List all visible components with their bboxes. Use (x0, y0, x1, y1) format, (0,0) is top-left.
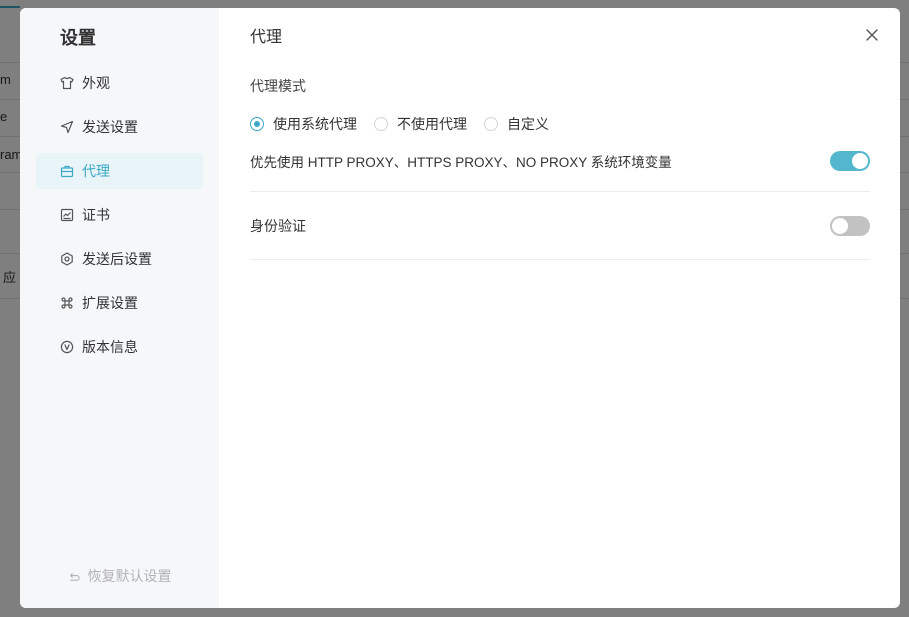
divider (250, 191, 870, 192)
divider (250, 259, 870, 260)
sidebar-title: 设置 (60, 28, 96, 48)
sidebar-item-label: 版本信息 (82, 339, 138, 355)
auth-toggle[interactable] (830, 216, 870, 236)
hexagon-settings-icon (60, 252, 74, 266)
sidebar-item-send-settings[interactable]: 发送设置 (36, 109, 203, 145)
close-button[interactable] (864, 27, 880, 43)
sidebar-item-version-info[interactable]: 版本信息 (36, 329, 203, 365)
sidebar-item-label: 证书 (82, 207, 110, 223)
close-icon (864, 27, 880, 43)
settings-content: 代理 代理模式 使用系统代理 不使用代理 自定义 优先使用 HTTP PROXY… (219, 8, 900, 608)
sidebar-item-appearance[interactable]: 外观 (36, 65, 203, 101)
sidebar-item-label: 代理 (82, 163, 110, 179)
settings-sidebar: 设置 外观 发送设置 代理 证书 发送后设置 扩展设置 版本信息 恢复默认设置 (20, 8, 219, 608)
briefcase-icon (60, 164, 74, 178)
sidebar-item-label: 发送设置 (82, 119, 138, 135)
shirt-icon (60, 76, 74, 90)
sidebar-item-label: 扩展设置 (82, 295, 138, 311)
radio-circle[interactable] (250, 117, 264, 131)
sidebar-item-post-send-settings[interactable]: 发送后设置 (36, 241, 203, 277)
auth-label: 身份验证 (250, 218, 306, 234)
certificate-icon (60, 208, 74, 222)
radio-label: 使用系统代理 (273, 116, 357, 132)
radio-circle[interactable] (374, 117, 388, 131)
toggle-knob (852, 153, 868, 169)
env-proxy-setting-row: 优先使用 HTTP PROXY、HTTPS PROXY、NO PROXY 系统环… (250, 151, 870, 171)
reset-defaults-label: 恢复默认设置 (87, 568, 172, 584)
sidebar-item-label: 外观 (82, 75, 110, 91)
auth-setting-row: 身份验证 (250, 216, 870, 236)
settings-dialog: 设置 外观 发送设置 代理 证书 发送后设置 扩展设置 版本信息 恢复默认设置 … (20, 8, 900, 608)
reset-defaults-button[interactable]: 恢复默认设置 (20, 566, 219, 586)
sidebar-item-certificates[interactable]: 证书 (36, 197, 203, 233)
proxy-mode-label: 代理模式 (250, 78, 306, 94)
radio-label: 自定义 (507, 116, 549, 132)
sidebar-item-extension-settings[interactable]: 扩展设置 (36, 285, 203, 321)
env-proxy-toggle[interactable] (830, 151, 870, 171)
settings-nav: 外观 发送设置 代理 证书 发送后设置 扩展设置 版本信息 (36, 65, 203, 373)
radio-label: 不使用代理 (397, 116, 467, 132)
send-icon (60, 120, 74, 134)
undo-icon (68, 570, 81, 583)
proxy-mode-radio-group: 使用系统代理 不使用代理 自定义 (250, 114, 566, 134)
radio-custom-proxy[interactable]: 自定义 (484, 114, 549, 134)
page-title: 代理 (250, 29, 283, 46)
sidebar-item-proxy[interactable]: 代理 (36, 153, 203, 189)
radio-no-proxy[interactable]: 不使用代理 (374, 114, 467, 134)
sidebar-item-label: 发送后设置 (82, 251, 152, 267)
radio-use-system-proxy[interactable]: 使用系统代理 (250, 114, 357, 134)
command-icon (60, 296, 74, 310)
radio-circle[interactable] (484, 117, 498, 131)
env-proxy-label: 优先使用 HTTP PROXY、HTTPS PROXY、NO PROXY 系统环… (250, 155, 672, 170)
toggle-knob (832, 218, 848, 234)
version-icon (60, 340, 74, 354)
